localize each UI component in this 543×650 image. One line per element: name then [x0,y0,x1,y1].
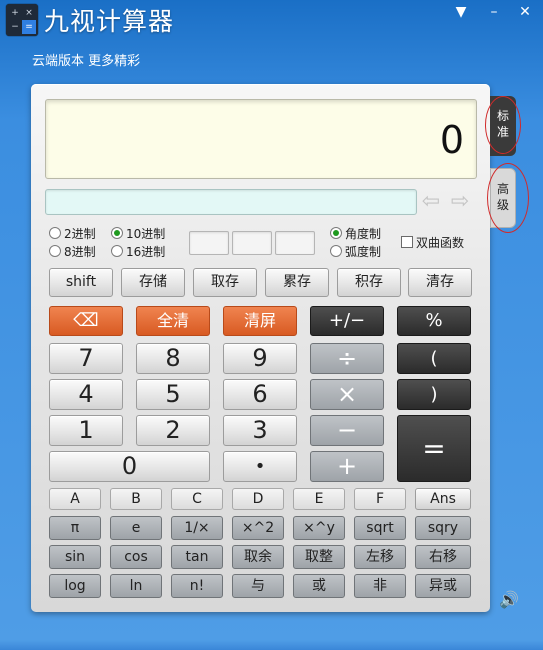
hex-d-button[interactable]: D [232,488,284,510]
memory-multiply-button[interactable]: 积存 [337,268,401,297]
memory-add-button[interactable]: 累存 [265,268,329,297]
xor-button[interactable]: 异或 [415,574,471,598]
add-button[interactable]: + [310,451,384,482]
hex-b-button[interactable]: B [110,488,162,510]
shift-button[interactable]: shift [49,268,113,297]
sin-button[interactable]: sin [49,545,101,569]
memory-slot-2 [232,231,272,255]
and-button[interactable]: 与 [232,574,284,598]
main-display: 0 [45,99,477,179]
radio-degrees[interactable]: 角度制 [330,226,381,242]
radio-decimal[interactable]: 10进制 [111,226,165,242]
digit-5-button[interactable]: 5 [136,379,210,410]
open-paren-button[interactable]: ( [397,343,471,374]
shift-left-button[interactable]: 左移 [354,545,406,569]
digit-9-button[interactable]: 9 [223,343,297,374]
calculator-app-icon: + × − = [6,4,38,36]
divide-button[interactable]: ÷ [310,343,384,374]
modulo-button[interactable]: 取余 [232,545,284,569]
cursor-right-button[interactable]: ⇨ [449,191,471,213]
memory-slot-3 [275,231,315,255]
e-button[interactable]: e [110,516,162,540]
power-button[interactable]: ×^y [293,516,345,540]
digit-8-button[interactable]: 8 [136,343,210,374]
close-paren-button[interactable]: ) [397,379,471,410]
memory-store-button[interactable]: 存储 [121,268,185,297]
volume-icon[interactable]: 🔊 [499,590,519,609]
hex-e-button[interactable]: E [293,488,345,510]
radio-hexadecimal[interactable]: 16进制 [111,244,165,260]
equals-button[interactable]: = [397,415,471,482]
display-value: 0 [439,118,464,162]
expression-display [45,189,417,215]
memory-recall-button[interactable]: 取存 [193,268,257,297]
checkbox-box [401,236,413,248]
digit-2-button[interactable]: 2 [136,415,210,446]
highlight-ring [485,96,521,154]
radio-circle [49,245,61,257]
digit-1-button[interactable]: 1 [49,415,123,446]
digit-0-button[interactable]: 0 [49,451,210,482]
times-icon: × [25,8,33,18]
hex-f-button[interactable]: F [354,488,406,510]
radio-radians[interactable]: 弧度制 [330,244,381,260]
decimal-point-button[interactable]: • [223,451,297,482]
minimize-button[interactable]: – [481,2,507,22]
hex-a-button[interactable]: A [49,488,101,510]
clear-screen-button[interactable]: 清屏 [223,306,297,336]
log-button[interactable]: log [49,574,101,598]
plus-icon: + [11,8,19,18]
hex-c-button[interactable]: C [171,488,223,510]
cursor-left-button[interactable]: ⇦ [420,191,442,213]
backspace-button[interactable]: ⌫ [49,306,123,336]
pi-button[interactable]: π [49,516,101,540]
tan-button[interactable]: tan [171,545,223,569]
digit-6-button[interactable]: 6 [223,379,297,410]
radio-circle-selected [330,227,342,239]
radio-circle [111,245,123,257]
radio-circle [49,227,61,239]
minus-icon: − [11,22,19,32]
multiply-button[interactable]: × [310,379,384,410]
hyperbolic-checkbox[interactable]: 双曲函数 [401,235,464,251]
close-button[interactable]: ✕ [512,2,538,22]
digit-4-button[interactable]: 4 [49,379,123,410]
subtract-button[interactable]: − [310,415,384,446]
title-bar: + × − = 九视计算器 ▼ – ✕ [0,0,543,38]
percent-button[interactable]: % [397,306,471,336]
square-button[interactable]: ×^2 [232,516,284,540]
ln-button[interactable]: ln [110,574,162,598]
nth-root-button[interactable]: sqry [415,516,471,540]
digit-7-button[interactable]: 7 [49,343,123,374]
reciprocal-button[interactable]: 1/× [171,516,223,540]
memory-slot-1 [189,231,229,255]
window-title: 九视计算器 [44,7,175,36]
digit-3-button[interactable]: 3 [223,415,297,446]
not-button[interactable]: 非 [354,574,406,598]
radio-circle-selected [111,227,123,239]
radio-circle [330,245,342,257]
radio-binary[interactable]: 2进制 [49,226,96,242]
highlight-ring [487,163,529,233]
memory-clear-button[interactable]: 清存 [408,268,472,297]
equals-icon: = [22,20,36,34]
factorial-button[interactable]: n! [171,574,223,598]
radio-octal[interactable]: 8进制 [49,244,96,260]
negate-button[interactable]: +/− [310,306,384,336]
dropdown-menu-button[interactable]: ▼ [448,2,474,22]
calculator-panel: 0 ⇦ ⇨ 2进制 10进制 8进制 16进制 角度制 弧度制 双曲函数 shi… [31,84,490,612]
or-button[interactable]: 或 [293,574,345,598]
shift-right-button[interactable]: 右移 [415,545,471,569]
cloud-version-link[interactable]: 云端版本 更多精彩 [32,50,140,69]
cos-button[interactable]: cos [110,545,162,569]
ans-button[interactable]: Ans [415,488,471,510]
sqrt-button[interactable]: sqrt [354,516,406,540]
integer-part-button[interactable]: 取整 [293,545,345,569]
clear-all-button[interactable]: 全清 [136,306,210,336]
